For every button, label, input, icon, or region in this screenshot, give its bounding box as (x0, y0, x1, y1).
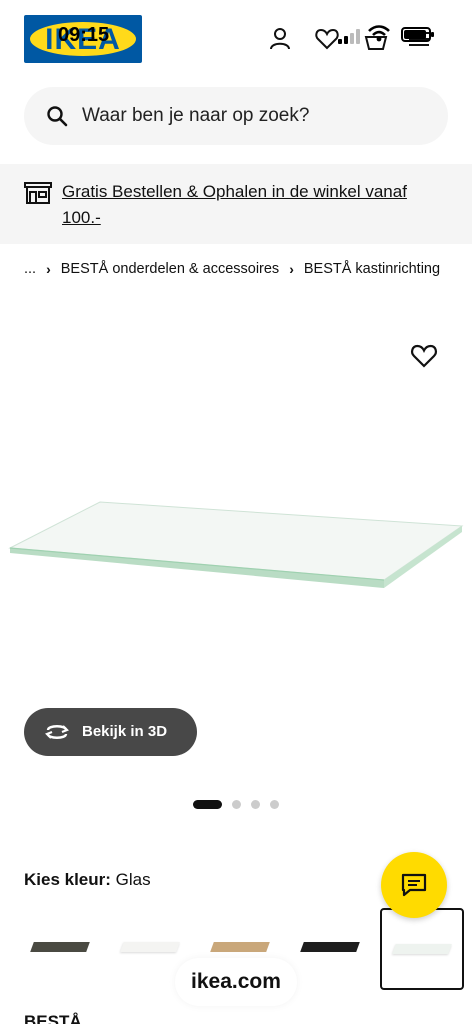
swatch-grijsgroen[interactable] (20, 908, 100, 990)
swatch-plate (210, 942, 270, 952)
swatch-zwartbruin[interactable] (290, 908, 370, 990)
colour-value: Glas (115, 870, 151, 889)
carousel-dot[interactable] (270, 799, 279, 809)
swatch-plate (30, 942, 90, 952)
carousel-dot[interactable] (232, 799, 241, 809)
add-to-favourites-heart-icon[interactable] (410, 342, 438, 370)
search-input[interactable] (82, 87, 432, 145)
view-in-3d-button[interactable]: Bekijk in 3D (24, 708, 197, 756)
promo-banner: Gratis Bestellen & Ophalen in de winkel … (0, 164, 472, 244)
breadcrumb-ellipsis[interactable]: ... (24, 261, 36, 277)
battery-icon (401, 27, 434, 42)
carousel-dot[interactable] (251, 799, 260, 809)
promo-link[interactable]: Gratis Bestellen & Ophalen in de winkel … (62, 179, 442, 231)
browser-url-pill[interactable]: ikea.com (175, 958, 297, 1006)
carousel-dot-active[interactable] (193, 799, 222, 809)
colour-selector-label: Kies kleur: Glas (24, 870, 151, 890)
swatch-plate (392, 944, 452, 954)
status-time: 09:15 (58, 24, 110, 46)
swatch-glas[interactable] (380, 908, 464, 990)
search-icon (47, 106, 68, 127)
wifi-icon (368, 25, 390, 42)
rotate-3d-icon (45, 725, 69, 739)
swatch-plate (120, 942, 180, 952)
chevron-right-icon: › (46, 261, 51, 277)
search-bar[interactable] (24, 87, 448, 145)
breadcrumb-item-besta-kastinrichting[interactable]: BESTÅ kastinrichting (304, 261, 440, 277)
chat-button[interactable] (381, 852, 447, 918)
header: IKEA 09:15 (0, 0, 472, 80)
view-in-3d-label: Bekijk in 3D (82, 723, 168, 740)
chevron-right-icon: › (289, 261, 294, 277)
favourites-heart-icon[interactable] (314, 26, 340, 52)
chat-bubble-icon (401, 873, 427, 897)
user-icon[interactable] (267, 26, 293, 52)
colour-label: Kies kleur: (24, 870, 111, 889)
swatch-plate (300, 942, 360, 952)
store-icon (24, 182, 52, 204)
product-title: BESTÅ (24, 1012, 82, 1024)
cellular-signal-icon (338, 28, 362, 44)
breadcrumb-item-besta-onderdelen[interactable]: BESTÅ onderdelen & accessoires (61, 261, 279, 277)
image-carousel-indicator (193, 799, 279, 809)
product-image-glass-shelf[interactable] (0, 490, 472, 600)
breadcrumb: ... › BESTÅ onderdelen & accessoires › B… (24, 258, 440, 280)
